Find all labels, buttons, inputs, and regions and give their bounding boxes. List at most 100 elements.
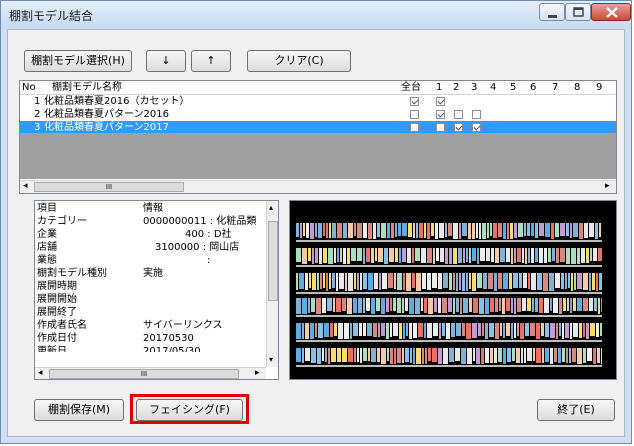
clear-button[interactable]: クリア(C) (247, 50, 351, 72)
col-1-checkbox[interactable] (436, 123, 445, 132)
product-facing (459, 273, 461, 290)
product-facing (435, 223, 438, 239)
product-facing (522, 248, 524, 263)
col-3-checkbox[interactable] (472, 110, 481, 119)
product-facing (310, 223, 314, 239)
product-facing (472, 223, 475, 239)
scroll-right-icon[interactable]: ▸ (605, 181, 610, 191)
product-facing (573, 298, 576, 311)
scroll-left-icon[interactable]: ◂ (23, 181, 28, 191)
product-facing (550, 348, 553, 364)
info-key: 業態 (37, 255, 57, 266)
product-facing (562, 323, 564, 339)
product-facing (388, 273, 393, 288)
product-facing (507, 348, 511, 362)
product-facing (476, 223, 478, 238)
grid-row[interactable]: 2 化粧品類春夏パターン2016 (20, 108, 616, 121)
scroll-right-icon[interactable]: ▸ (255, 368, 260, 378)
shelf-preview (289, 200, 617, 380)
product-facing (422, 348, 424, 364)
product-facing (543, 273, 548, 291)
select-model-button[interactable]: 棚割モデル選択(H) (24, 50, 132, 72)
product-facing (524, 223, 526, 236)
product-facing (333, 298, 335, 312)
product-facing (379, 273, 381, 290)
product-facing (503, 348, 506, 364)
header-col-7: 7 (552, 82, 559, 93)
minimize-button[interactable] (539, 3, 565, 21)
maximize-button[interactable] (565, 3, 591, 21)
product-facing (366, 248, 370, 262)
product-facing (556, 248, 559, 263)
all-checkbox[interactable] (410, 123, 419, 132)
product-facing (544, 248, 547, 263)
info-value: サイバーリンクス (143, 320, 223, 331)
product-facing (499, 298, 501, 311)
product-facing (589, 273, 591, 291)
scroll-thumb[interactable]: III (34, 182, 184, 192)
product-facing (402, 248, 406, 262)
product-facing (493, 223, 497, 238)
product-facing (427, 223, 430, 239)
product-facing (583, 348, 586, 363)
product-facing (513, 273, 518, 288)
exit-button[interactable]: 終了(E) (537, 399, 615, 421)
planogram-image (296, 223, 602, 367)
product-facing (403, 323, 405, 339)
scroll-left-icon[interactable]: ◂ (38, 368, 43, 378)
col-2-checkbox[interactable] (454, 123, 463, 132)
product-facing (485, 323, 488, 339)
product-facing (539, 248, 543, 263)
product-facing (391, 223, 394, 238)
grid-horizontal-scrollbar[interactable]: ◂ III ▸ (20, 180, 616, 193)
product-facing (453, 273, 455, 290)
product-facing (589, 298, 593, 311)
product-facing (312, 273, 316, 290)
scroll-thumb[interactable] (268, 221, 278, 301)
move-up-button[interactable]: ↑ (191, 50, 231, 72)
product-facing (406, 273, 411, 291)
product-facing (586, 248, 589, 263)
product-facing (477, 273, 482, 288)
product-facing (363, 298, 365, 313)
product-facing (535, 223, 538, 238)
product-facing (317, 348, 321, 364)
close-button[interactable] (591, 3, 631, 21)
product-facing (357, 348, 359, 362)
save-planogram-button[interactable]: 棚割保存(M) (34, 399, 124, 421)
col-3-checkbox[interactable] (472, 123, 481, 132)
scroll-down-icon[interactable]: ▾ (269, 355, 273, 364)
info-horizontal-scrollbar[interactable]: ◂ III ▸ (35, 367, 266, 379)
col-1-checkbox[interactable] (436, 97, 445, 106)
all-checkbox[interactable] (410, 97, 419, 106)
product-facing (572, 348, 576, 362)
col-2-checkbox[interactable] (454, 110, 463, 119)
info-vertical-scrollbar[interactable]: ▴ ▾ (266, 201, 278, 367)
product-facing (416, 223, 418, 238)
product-facing (398, 223, 401, 236)
product-facing (560, 248, 565, 262)
scroll-thumb[interactable]: III (49, 369, 239, 379)
product-facing (397, 298, 401, 313)
product-facing (337, 223, 342, 238)
product-facing (424, 298, 427, 313)
product-facing (561, 273, 564, 289)
info-value: 2017/05/30 (143, 346, 201, 352)
product-facing (583, 298, 588, 311)
scroll-up-icon[interactable]: ▴ (269, 203, 273, 212)
product-facing (594, 298, 597, 311)
all-checkbox[interactable] (410, 110, 419, 119)
product-facing (519, 273, 522, 288)
minimize-icon (548, 15, 557, 18)
product-facing (456, 323, 461, 336)
product-facing (305, 273, 308, 290)
move-down-button[interactable]: ↓ (146, 50, 186, 72)
product-facing (322, 298, 326, 313)
grid-row[interactable]: 1 化粧品類春夏2016（カセット） (20, 95, 616, 108)
product-facing (500, 323, 502, 336)
product-facing (495, 298, 498, 312)
product-facing (595, 223, 598, 239)
product-facing (322, 348, 324, 361)
header-name: 棚割モデル名称 (52, 82, 122, 93)
col-1-checkbox[interactable] (436, 110, 445, 119)
